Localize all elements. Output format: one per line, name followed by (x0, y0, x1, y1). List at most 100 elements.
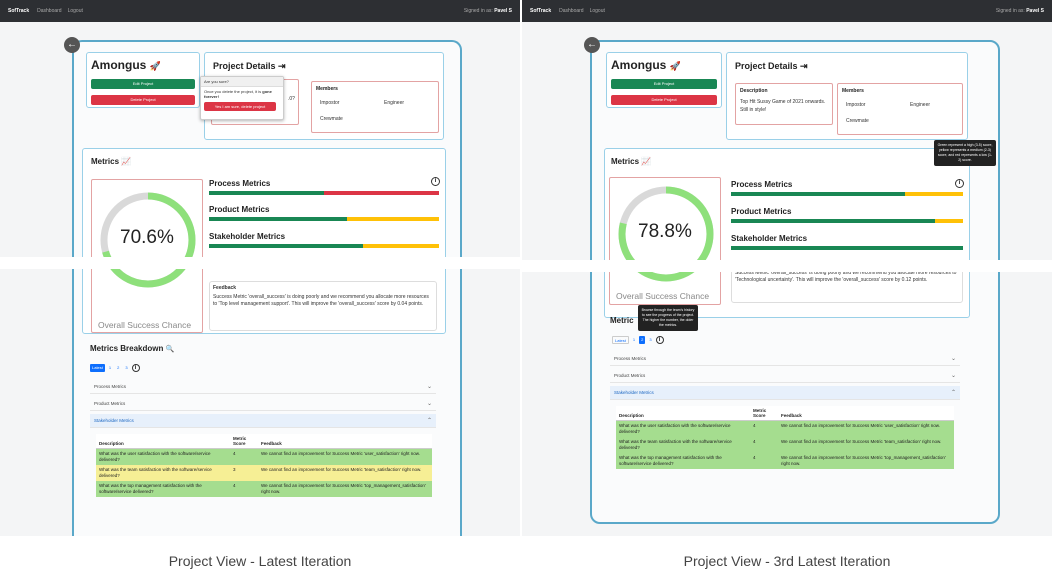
description-label: Description (740, 88, 768, 94)
project-details-card: Project Details ⇥ Description Top Hit Su… (726, 52, 968, 140)
table-row: What was the team satisfaction with the … (96, 465, 432, 481)
nav-link-dashboard[interactable]: Dashboard (559, 8, 583, 14)
confirm-delete-button[interactable]: Yes I am sure, delete project (204, 102, 276, 111)
caption-left: Project View - Latest Iteration (168, 553, 352, 569)
chevron-down-icon: ⌄ (950, 373, 956, 379)
back-arrow-icon: ← (587, 39, 597, 50)
info-icon[interactable]: i (431, 177, 440, 186)
member-impostor: Impostor (846, 102, 866, 108)
delete-project-button[interactable]: Delete Project (91, 95, 195, 105)
nav-link-logout[interactable]: Logout (68, 8, 83, 14)
project-details-title: Project Details ⇥ (213, 61, 286, 71)
edit-project-button[interactable]: Edit Project (91, 79, 195, 89)
accordion-stakeholder-metrics[interactable]: Stakeholder Metrics ⌃ (610, 386, 960, 400)
page-latest[interactable]: Latest (612, 336, 629, 344)
pagination-tooltip: Browse through the team's history to see… (638, 305, 698, 331)
delete-project-button[interactable]: Delete Project (611, 95, 717, 105)
iteration-pagination: Latest 1 2 3 i (612, 336, 664, 344)
success-gauge-box: 78.8% Overall Success Chance (609, 177, 721, 305)
member-engineer: Engineer (384, 100, 405, 106)
page-2[interactable]: 2 (639, 336, 646, 344)
rocket-icon: 🚀 (149, 61, 161, 71)
brand-logo[interactable]: SofTrack (8, 8, 29, 14)
table-row: What was the top management satisfaction… (616, 453, 954, 469)
pagination-info-icon[interactable]: i (655, 336, 664, 344)
feedback-text: Success Metric 'overall_success' is doin… (213, 294, 429, 307)
product-metrics-label: Product Metrics (731, 207, 792, 216)
chevron-down-icon: ⌄ (426, 384, 432, 390)
caption-right: Project View - 3rd Latest Iteration (683, 553, 891, 569)
page-3[interactable]: 3 (123, 364, 129, 372)
metrics-title: Metrics 📈 (91, 157, 132, 166)
left-screenshot: SofTrack Dashboard Logout Signed in as: … (0, 0, 520, 536)
chart-icon: 📈 (121, 157, 132, 166)
stakeholder-metrics-label: Stakeholder Metrics (731, 234, 808, 243)
torn-edge (0, 257, 520, 269)
member-engineer: Engineer (910, 102, 931, 108)
col-feedback: Feedback (258, 434, 432, 449)
col-description: Description (616, 406, 750, 421)
page-latest[interactable]: Latest (90, 364, 105, 372)
product-metrics-bar (209, 217, 439, 221)
accordion-process-metrics[interactable]: Process Metrics ⌄ (610, 352, 960, 366)
nav-link-dashboard[interactable]: Dashboard (37, 8, 61, 14)
project-details-title: Project Details ⇥ (735, 61, 808, 71)
members-box: Members Impostor Engineer Crewmate (311, 81, 439, 133)
members-label: Members (842, 88, 864, 94)
chart-icon: 📈 (641, 157, 652, 166)
export-icon: ⇥ (800, 61, 808, 71)
edit-project-button[interactable]: Edit Project (611, 79, 717, 89)
accordion-product-metrics[interactable]: Product Metrics ⌄ (90, 397, 436, 411)
torn-edge (522, 260, 1052, 272)
back-button[interactable]: ← (584, 37, 600, 53)
accordion-process-metrics[interactable]: Process Metrics ⌄ (90, 380, 436, 394)
stakeholder-metrics-table: Description Metric Score Feedback What w… (96, 434, 432, 497)
table-row: What was the top management satisfaction… (96, 481, 432, 497)
overall-success-label: Overall Success Chance (98, 320, 192, 330)
stakeholder-metrics-bar (209, 244, 439, 248)
stakeholder-metrics-label: Stakeholder Metrics (209, 232, 286, 241)
breakdown-title: Metric (610, 316, 634, 325)
chevron-down-icon: ⌄ (950, 356, 956, 362)
process-metrics-label: Process Metrics (731, 180, 793, 189)
metrics-title: Metrics 📈 (611, 157, 652, 166)
back-button[interactable]: ← (64, 37, 80, 53)
process-metrics-bar (731, 192, 963, 196)
score-legend-tooltip: Green represent a high (3-5) score, yell… (934, 140, 996, 166)
signed-in-status: Signed in as: Pavel S (463, 8, 512, 14)
stakeholder-metrics-table: Description Metric Score Feedback What w… (616, 406, 954, 469)
username: Pavel S (494, 8, 512, 14)
table-row: What was the user satisfaction with the … (616, 420, 954, 437)
pagination-info-icon[interactable]: i (131, 364, 140, 372)
back-arrow-icon: ← (67, 39, 77, 50)
project-header-card: Amongus 🚀 Edit Project Delete Project (86, 52, 200, 108)
project-header-card: Amongus 🚀 Edit Project Delete Project (606, 52, 722, 108)
page-1[interactable]: 1 (107, 364, 113, 372)
process-metrics-label: Process Metrics (209, 179, 271, 188)
page-2[interactable]: 2 (115, 364, 121, 372)
nav-link-logout[interactable]: Logout (590, 8, 605, 14)
chevron-up-icon: ⌃ (950, 390, 956, 396)
accordion-stakeholder-metrics[interactable]: Stakeholder Metrics ⌃ (90, 414, 436, 428)
stakeholder-metrics-bar (731, 246, 963, 250)
confirm-text: Once you delete the project, it is gone … (204, 89, 272, 99)
username: Pavel S (1026, 8, 1044, 14)
table-row: What was the user satisfaction with the … (96, 448, 432, 465)
page-3[interactable]: 3 (647, 336, 653, 344)
project-name: Amongus 🚀 (91, 58, 161, 72)
members-label: Members (316, 86, 338, 92)
page-1[interactable]: 1 (631, 336, 637, 344)
export-icon: ⇥ (278, 61, 286, 71)
metrics-card: Metrics 📈 78.8% Overall Success Chance P… (604, 148, 970, 318)
accordion-product-metrics[interactable]: Product Metrics ⌄ (610, 369, 960, 383)
process-metrics-bar (209, 191, 439, 195)
info-icon[interactable]: i (955, 179, 964, 188)
member-crewmate: Crewmate (846, 118, 869, 124)
member-crewmate: Crewmate (320, 116, 343, 122)
feedback-label: Feedback (213, 285, 237, 291)
brand-logo[interactable]: SofTrack (530, 8, 551, 14)
magnifier-icon: 🔍 (165, 346, 175, 353)
col-metric-score: Metric Score (750, 406, 778, 421)
success-gauge-box: 70.6% Overall Success Chance (91, 179, 203, 333)
right-screenshot: SofTrack Dashboard Logout Signed in as: … (522, 0, 1052, 536)
